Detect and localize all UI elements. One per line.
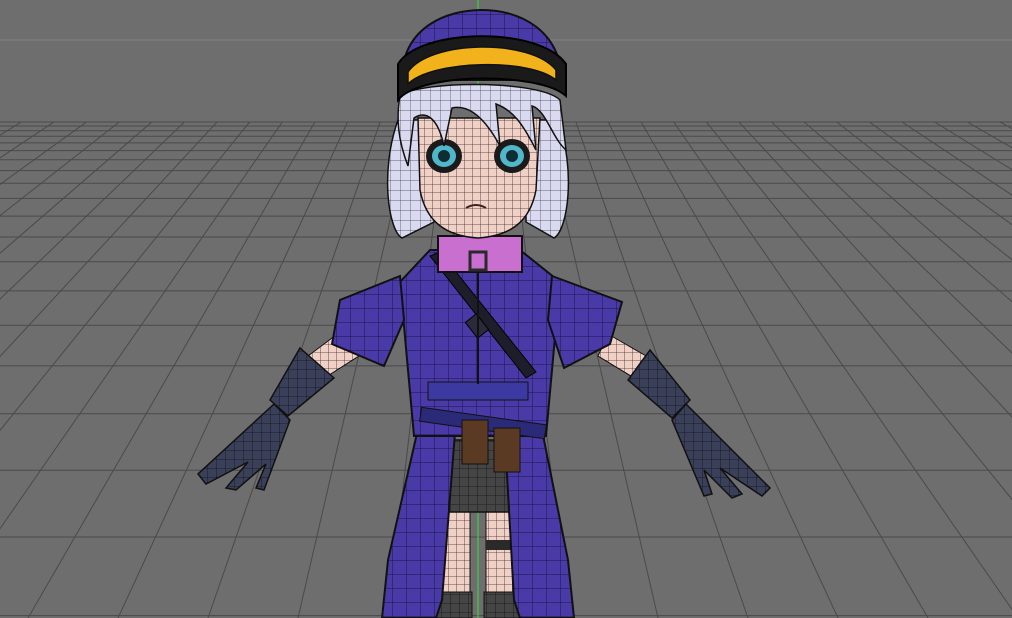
pouch-left — [461, 419, 489, 465]
3d-viewport[interactable] — [0, 0, 1012, 618]
face — [417, 117, 541, 239]
pouch-right — [493, 427, 521, 473]
belt-upper — [427, 381, 529, 401]
viewport-canvas[interactable] — [0, 0, 1012, 618]
collar — [437, 235, 523, 273]
